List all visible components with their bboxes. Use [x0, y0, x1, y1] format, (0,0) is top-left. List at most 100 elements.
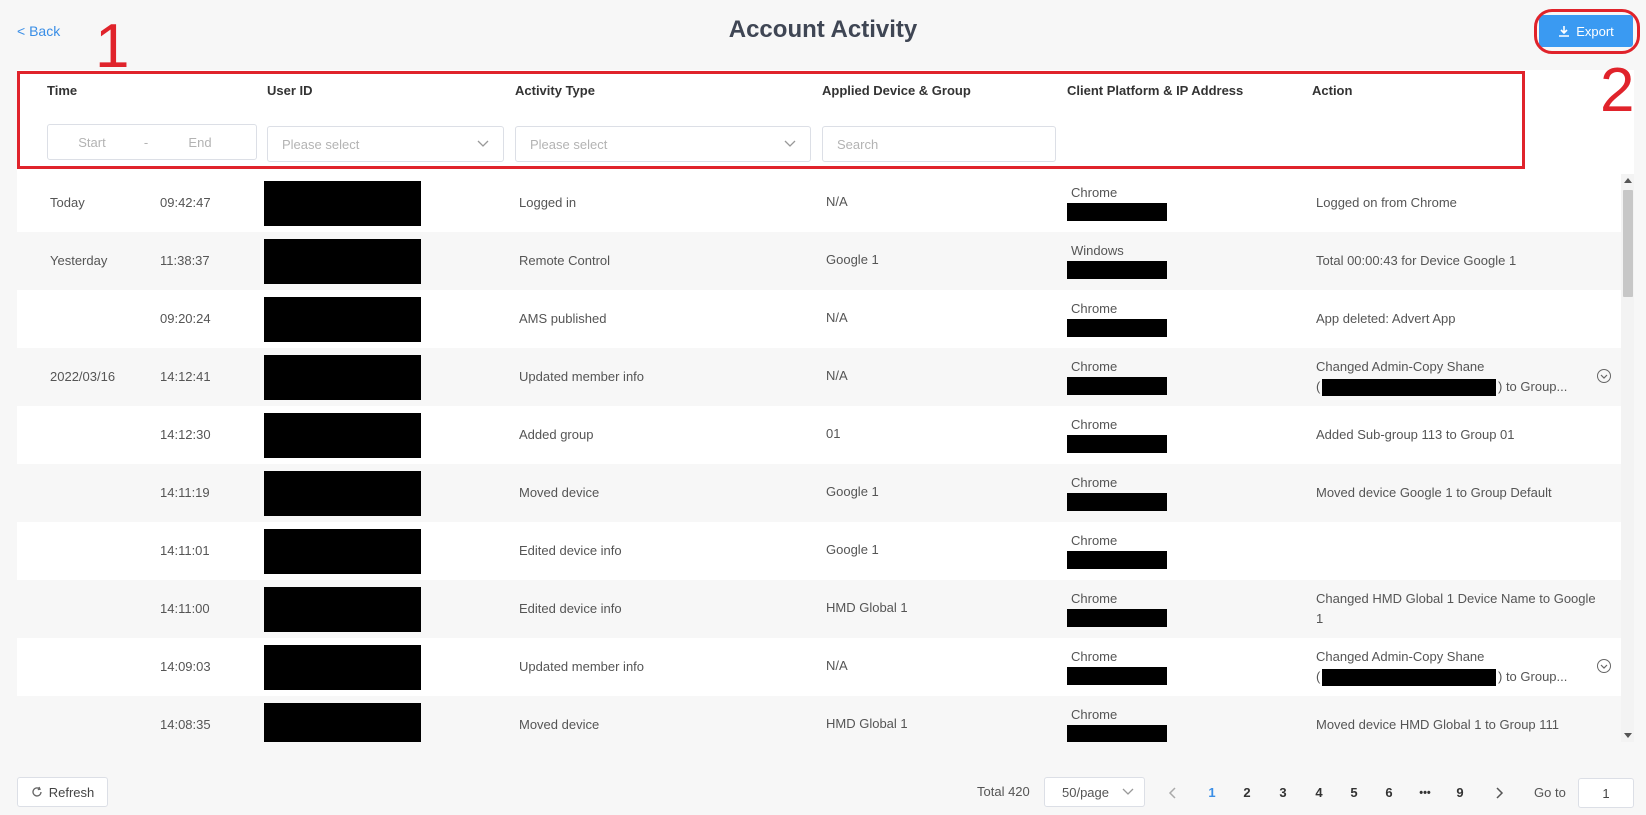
- export-button[interactable]: Export: [1539, 15, 1633, 47]
- prev-page-icon[interactable]: [1161, 781, 1185, 805]
- row-device-group: Google 1: [826, 484, 879, 499]
- row-date: 2022/03/16: [50, 369, 116, 384]
- row-activity-type: Added group: [519, 427, 594, 442]
- page-ellipsis[interactable]: •••: [1413, 781, 1437, 805]
- table-row[interactable]: Today 09:42:47 Logged in N/A Chrome Logged on…: [17, 174, 1621, 232]
- row-action: Changed Admin-Copy Shane: [1316, 649, 1485, 664]
- row-action: Changed Admin-Copy Shane: [1316, 359, 1485, 374]
- row-time: 09:42:47: [160, 195, 211, 210]
- row-time: 14:11:19: [160, 485, 210, 500]
- row-device-group: HMD Global 1: [826, 600, 908, 615]
- user-id-select[interactable]: Please select: [267, 126, 504, 162]
- redacted-block: [264, 239, 421, 284]
- row-action: Moved device HMD Global 1 to Group 111: [1316, 717, 1560, 732]
- redacted-block: [1067, 493, 1167, 511]
- page-6-button[interactable]: 6: [1377, 781, 1401, 805]
- row-time: 14:12:41: [160, 369, 211, 384]
- table-row[interactable]: 14:12:30 Added group 01 Chrome Added Sub-gro…: [17, 406, 1621, 464]
- date-range-picker[interactable]: Start - End: [47, 124, 257, 160]
- table-row[interactable]: 09:20:24 AMS published N/A Chrome App delete…: [17, 290, 1621, 348]
- row-activity-type: AMS published: [519, 311, 607, 326]
- row-time: 09:20:24: [160, 311, 211, 326]
- vertical-scrollbar[interactable]: [1621, 174, 1634, 742]
- annotation-number-one: 1: [95, 12, 130, 81]
- row-date: Yesterday: [50, 253, 108, 268]
- page-size-select[interactable]: 50/page: [1044, 777, 1145, 807]
- scroll-thumb[interactable]: [1623, 190, 1633, 297]
- filter-header: Time User ID Activity Type Applied Devic…: [17, 70, 1634, 174]
- scroll-down-arrow[interactable]: [1624, 733, 1632, 738]
- column-header-time: Time: [47, 83, 78, 98]
- scroll-up-arrow[interactable]: [1624, 178, 1632, 183]
- row-time: 14:08:35: [160, 717, 211, 732]
- redacted-block: [1322, 669, 1496, 686]
- row-action-line2: (: [1316, 379, 1321, 394]
- activity-table: Today 09:42:47 Logged in N/A Chrome Logged on…: [17, 174, 1634, 742]
- column-header-activity-type: Activity Type: [515, 83, 595, 98]
- page-9-button[interactable]: 9: [1448, 781, 1472, 805]
- row-activity-type: Remote Control: [519, 253, 611, 268]
- table-row[interactable]: 2022/03/16 14:12:41 Updated member info N/A…: [17, 348, 1621, 406]
- row-device-group: N/A: [826, 194, 848, 209]
- row-action-line2-tail: ) to Group...: [1498, 669, 1568, 684]
- device-search-input[interactable]: [822, 126, 1056, 162]
- row-platform: Chrome: [1071, 591, 1118, 606]
- goto-page-input[interactable]: [1578, 778, 1634, 808]
- page-4-button[interactable]: 4: [1307, 781, 1331, 805]
- page-3-button[interactable]: 3: [1271, 781, 1295, 805]
- expand-row-icon[interactable]: [1596, 368, 1612, 384]
- row-platform: Chrome: [1071, 359, 1118, 374]
- redacted-block: [264, 529, 421, 574]
- user-id-select-placeholder: Please select: [282, 136, 360, 152]
- row-device-group: N/A: [826, 310, 848, 325]
- page-1-button[interactable]: 1: [1200, 781, 1224, 805]
- row-platform: Windows: [1071, 243, 1124, 258]
- redacted-block: [264, 645, 421, 690]
- redacted-block: [264, 297, 421, 342]
- redacted-block: [1067, 609, 1167, 627]
- date-end-input[interactable]: End: [156, 135, 244, 150]
- account-activity-page: < Back Account Activity Export Time User…: [0, 0, 1646, 815]
- page-5-button[interactable]: 5: [1342, 781, 1366, 805]
- row-action: Moved device Google 1 to Group Default: [1316, 485, 1552, 500]
- table-row[interactable]: 14:11:01 Edited device info Google 1 Chrome: [17, 522, 1621, 580]
- row-date: Today: [50, 195, 85, 210]
- next-page-icon[interactable]: [1487, 781, 1511, 805]
- table-row[interactable]: 14:08:35 Moved device HMD Global 1 Chrome Mo…: [17, 696, 1621, 742]
- column-header-user-id: User ID: [267, 83, 313, 98]
- column-header-device-group: Applied Device & Group: [822, 83, 971, 98]
- page-size-value: 50/page: [1062, 784, 1109, 800]
- redacted-block: [1067, 261, 1167, 279]
- row-activity-type: Updated member info: [519, 659, 645, 674]
- row-device-group: 01: [826, 426, 841, 441]
- row-activity-type: Moved device: [519, 717, 600, 732]
- table-row[interactable]: Yesterday 11:38:37 Remote Control Google 1 W…: [17, 232, 1621, 290]
- expand-row-icon[interactable]: [1596, 658, 1612, 674]
- table-row[interactable]: 14:11:19 Moved device Google 1 Chrome Moved …: [17, 464, 1621, 522]
- table-row[interactable]: 14:09:03 Updated member info N/A Chrome Chan…: [17, 638, 1621, 696]
- redacted-block: [1067, 667, 1167, 685]
- back-link[interactable]: < Back: [17, 23, 60, 39]
- redacted-block: [1067, 551, 1167, 569]
- redacted-block: [264, 181, 421, 226]
- row-action-line2: (: [1316, 669, 1321, 684]
- page-2-button[interactable]: 2: [1235, 781, 1259, 805]
- column-header-action: Action: [1312, 83, 1353, 98]
- row-action: Changed HMD Global 1 Device Name to Goog…: [1316, 591, 1596, 606]
- redacted-block: [264, 355, 421, 400]
- activity-type-select[interactable]: Please select: [515, 126, 811, 162]
- row-time: 14:09:03: [160, 659, 211, 674]
- activity-type-select-placeholder: Please select: [530, 136, 608, 152]
- row-activity-type: Logged in: [519, 195, 577, 210]
- refresh-button[interactable]: Refresh: [17, 777, 108, 807]
- table-row[interactable]: 14:11:00 Edited device info HMD Global 1 Ch…: [17, 580, 1621, 638]
- row-platform: Chrome: [1071, 533, 1118, 548]
- row-platform: Chrome: [1071, 707, 1118, 722]
- row-platform: Chrome: [1071, 417, 1118, 432]
- row-action: Total 00:00:43 for Device Google 1: [1316, 253, 1517, 268]
- redacted-block: [1067, 319, 1167, 337]
- date-start-input[interactable]: Start: [48, 135, 136, 150]
- row-activity-type: Edited device info: [519, 543, 622, 558]
- download-icon: [1559, 26, 1570, 37]
- row-device-group: Google 1: [826, 542, 879, 557]
